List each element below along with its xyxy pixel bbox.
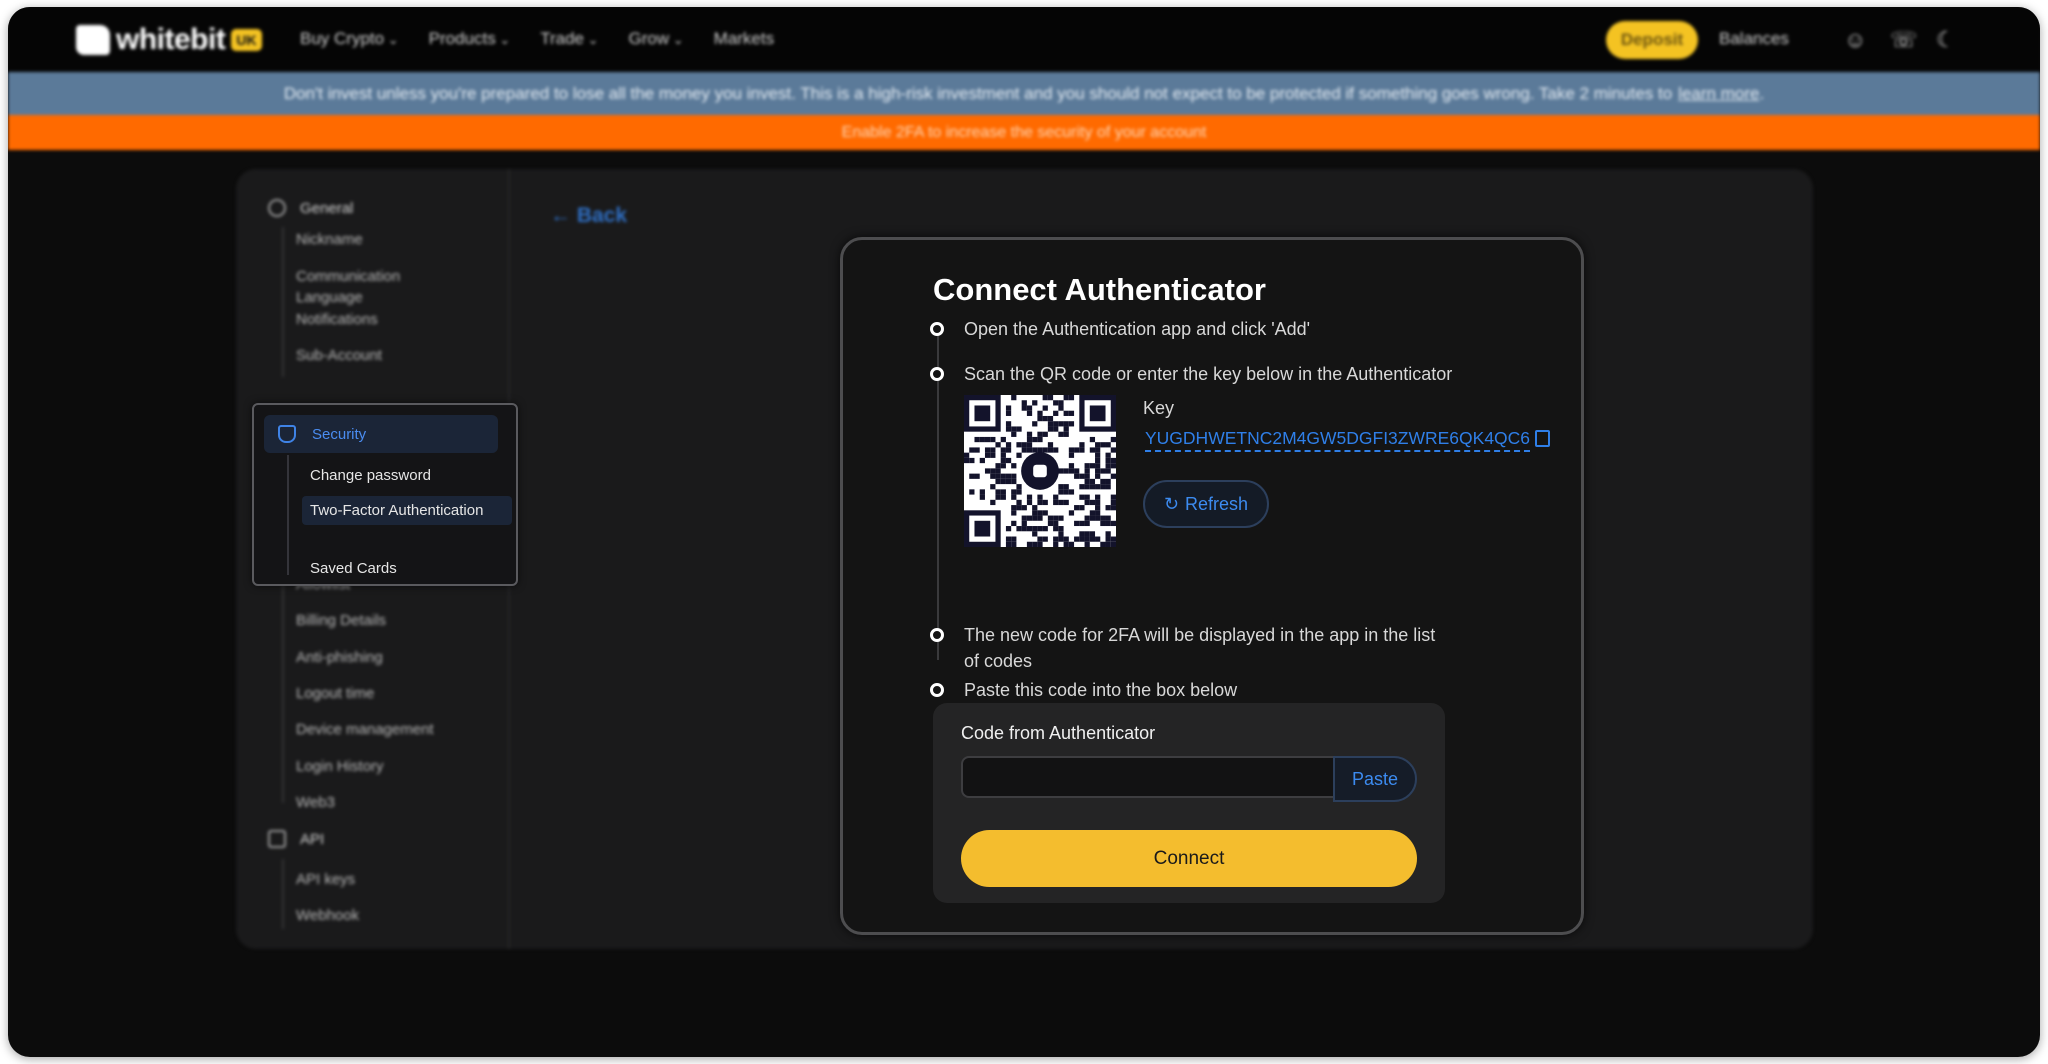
- connect-authenticator-dialog: Connect Authenticator Open the Authentic…: [840, 237, 1584, 935]
- sidebar-item-notifications[interactable]: Notifications: [296, 309, 378, 330]
- learn-more-link[interactable]: learn more: [1678, 84, 1759, 104]
- sidebar-group-security[interactable]: Security: [264, 415, 498, 453]
- security-alert-text: Enable 2FA to increase the security of y…: [841, 123, 1207, 141]
- paste-button[interactable]: Paste: [1333, 756, 1417, 802]
- nav-products[interactable]: Products: [429, 29, 511, 49]
- back-link[interactable]: ← Back: [550, 204, 627, 228]
- general-icon: [268, 199, 286, 217]
- security-alert-banner[interactable]: Enable 2FA to increase the security of y…: [8, 115, 2040, 150]
- connect-button[interactable]: Connect: [961, 830, 1417, 887]
- sidebar-item-sub-account[interactable]: Sub-Account: [296, 345, 382, 366]
- key-label: Key: [1143, 398, 1175, 418]
- sidebar-group-label: Security: [312, 425, 367, 443]
- nav-trade[interactable]: Trade: [540, 29, 598, 49]
- authenticator-code-input[interactable]: [961, 756, 1333, 798]
- sidebar-item-saved-cards[interactable]: Saved Cards: [310, 558, 397, 579]
- step-3-text: The new code for 2FA will be displayed i…: [964, 622, 1435, 674]
- sidebar-item-change-password[interactable]: Change password: [310, 465, 431, 486]
- step-3-line-1: The new code for 2FA will be displayed i…: [964, 625, 1436, 645]
- sidebar-item-nickname[interactable]: Nickname: [296, 229, 363, 250]
- risk-warning-end: .: [1759, 83, 1765, 103]
- sidebar-item-web3[interactable]: Web3: [296, 792, 335, 813]
- risk-warning-banner: Don't invest unless you're prepared to l…: [8, 72, 2040, 115]
- dialog-title: Connect Authenticator: [933, 272, 1266, 307]
- support-headset-icon[interactable]: ☏: [1890, 27, 1918, 53]
- refresh-label: Refresh: [1185, 493, 1249, 514]
- user-icon[interactable]: ☺: [1844, 27, 1866, 53]
- security-section-highlight: Security Change password Two-Factor Auth…: [252, 403, 518, 586]
- browser-window: whitebit UK Buy Crypto Products Trade Gr…: [8, 7, 2040, 1057]
- refresh-button[interactable]: ↻ Refresh: [1143, 480, 1269, 528]
- sidebar-item-webhook[interactable]: Webhook: [296, 905, 359, 926]
- shield-icon: [278, 425, 296, 443]
- sidebar-tree-line: [287, 455, 289, 575]
- api-icon: [268, 830, 286, 848]
- sidebar-group-label: General: [300, 199, 354, 217]
- step-marker: [930, 683, 944, 697]
- sidebar-item-two-factor-authentication[interactable]: Two-Factor Authentication: [302, 496, 512, 525]
- logo-text: whitebit: [116, 23, 226, 56]
- step-marker: [930, 322, 944, 336]
- sidebar-tree-line: [282, 227, 284, 377]
- balances-menu[interactable]: Balances: [1719, 29, 1789, 49]
- sidebar-tree-line: [282, 859, 284, 929]
- sidebar-tree-line: [282, 579, 284, 803]
- sidebar-item-device-management[interactable]: Device management: [296, 719, 434, 740]
- deposit-button[interactable]: Deposit: [1606, 21, 1698, 59]
- sidebar-item-logout-time[interactable]: Logout time: [296, 683, 374, 704]
- step-marker: [930, 367, 944, 381]
- logo[interactable]: whitebit UK: [76, 23, 262, 57]
- sidebar-item-login-history[interactable]: Login History: [296, 756, 384, 777]
- theme-moon-icon[interactable]: ☾: [1936, 27, 1956, 53]
- top-navigation: whitebit UK Buy Crypto Products Trade Gr…: [8, 7, 2040, 72]
- nav-markets[interactable]: Markets: [714, 29, 774, 49]
- nav-buy-crypto[interactable]: Buy Crypto: [300, 29, 399, 49]
- step-3-line-2: of codes: [964, 651, 1033, 671]
- step-4-text: Paste this code into the box below: [964, 680, 1238, 700]
- copy-icon[interactable]: [1535, 430, 1550, 447]
- sidebar-item-communication-language[interactable]: Communication Language: [296, 266, 416, 308]
- secret-key-value[interactable]: YUGDHWETNC2M4GW5DGFI3ZWRE6QK4QC6: [1145, 428, 1531, 452]
- qr-code: [964, 395, 1116, 547]
- nav-grow[interactable]: Grow: [629, 29, 684, 49]
- step-2-text: Scan the QR code or enter the key below …: [964, 364, 1453, 384]
- logo-icon: [76, 25, 110, 55]
- sidebar-group-general[interactable]: General: [268, 199, 353, 217]
- risk-warning-text: Don't invest unless you're prepared to l…: [283, 83, 1673, 103]
- step-marker: [930, 628, 944, 642]
- refresh-icon: ↻: [1163, 493, 1180, 514]
- region-badge: UK: [231, 29, 262, 51]
- sidebar-group-api[interactable]: API: [268, 830, 324, 848]
- code-label: Code from Authenticator: [961, 723, 1156, 743]
- main-nav: Buy Crypto Products Trade Grow Markets: [300, 29, 774, 49]
- step-1-text: Open the Authentication app and click 'A…: [964, 319, 1311, 339]
- sidebar-item-anti-phishing[interactable]: Anti-phishing: [296, 647, 383, 668]
- sidebar-group-label: API: [300, 830, 325, 848]
- sidebar-item-billing-details[interactable]: Billing Details: [296, 610, 386, 631]
- sidebar-item-api-keys[interactable]: API keys: [296, 869, 355, 890]
- code-entry-box: Code from Authenticator Paste Connect: [933, 703, 1445, 903]
